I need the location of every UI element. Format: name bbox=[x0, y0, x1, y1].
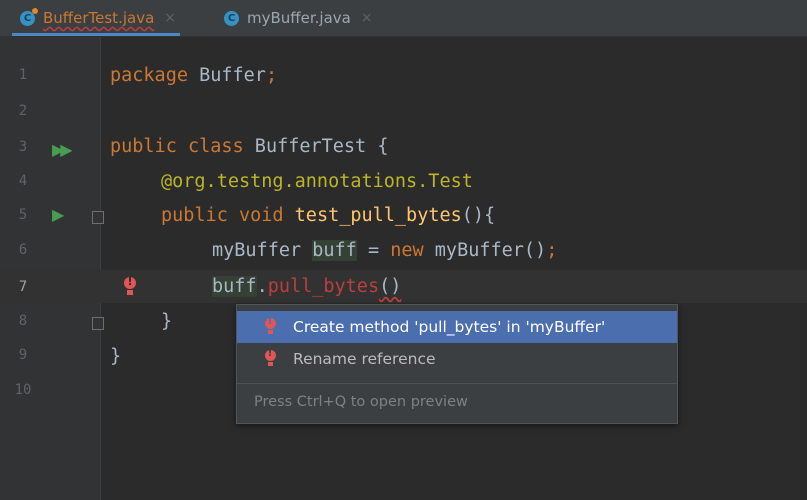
keyword: class bbox=[187, 136, 244, 157]
type-name: myBuffer bbox=[212, 240, 313, 261]
operator: = bbox=[356, 240, 391, 261]
line-number: 1 bbox=[18, 67, 28, 83]
keyword: void bbox=[238, 205, 284, 226]
semicolon: ; bbox=[265, 65, 278, 86]
code-line: } bbox=[161, 305, 172, 338]
run-method-icon[interactable]: ▶ bbox=[52, 205, 64, 224]
line-number: 7 bbox=[18, 279, 28, 295]
code-editor[interactable]: 1 2 3 4 5 6 7 8 9 10 ▶▶ ▶ package Buffer… bbox=[0, 37, 807, 500]
tab-label: myBuffer.java bbox=[247, 9, 351, 27]
method-name: test_pull_bytes bbox=[294, 205, 462, 226]
code-line: @org.testng.annotations.Test bbox=[161, 165, 473, 198]
java-class-error-icon: C bbox=[20, 7, 38, 26]
intention-label: Rename reference bbox=[293, 350, 436, 368]
line-number: 9 bbox=[18, 347, 28, 363]
code-line: buff.pull_bytes() bbox=[212, 270, 401, 303]
run-class-icon[interactable]: ▶▶ bbox=[52, 140, 73, 159]
identifier: Buffer bbox=[187, 65, 266, 86]
code-line: myBuffer buff = new myBuffer(); bbox=[212, 234, 557, 267]
variable: buff bbox=[212, 276, 257, 297]
parens: () bbox=[379, 276, 402, 297]
error-bulb-icon bbox=[263, 316, 277, 336]
class-name: BufferTest { bbox=[243, 136, 389, 157]
code-line: public void test_pull_bytes(){ bbox=[161, 199, 495, 232]
brace: } bbox=[161, 311, 173, 332]
constructor-call: myBuffer() bbox=[423, 240, 547, 261]
preview-hint: Press Ctrl+Q to open preview bbox=[254, 394, 468, 410]
intention-actions-popup: Create method 'pull_bytes' in 'myBuffer'… bbox=[236, 304, 678, 424]
editor-tab-bar: C BufferTest.java × C myBuffer.java × bbox=[0, 0, 807, 37]
line-number: 2 bbox=[18, 103, 28, 119]
tab-label: BufferTest.java bbox=[43, 9, 155, 27]
line-number: 10 bbox=[14, 382, 32, 398]
line-number: 4 bbox=[18, 173, 28, 189]
line-number: 8 bbox=[18, 313, 28, 329]
annotation: @org.testng.annotations.Test bbox=[161, 171, 473, 192]
punctuation: (){ bbox=[461, 205, 496, 226]
error-bulb-icon bbox=[263, 348, 277, 368]
intention-create-method[interactable]: Create method 'pull_bytes' in 'myBuffer' bbox=[237, 311, 677, 343]
fold-icon[interactable] bbox=[92, 317, 104, 330]
dot: . bbox=[256, 276, 268, 297]
java-class-icon: C bbox=[224, 10, 239, 26]
line-number: 3 bbox=[18, 139, 28, 155]
variable: buff bbox=[312, 240, 357, 261]
line-number: 6 bbox=[18, 242, 28, 258]
fold-icon[interactable] bbox=[92, 211, 104, 224]
intention-label: Create method 'pull_bytes' in 'myBuffer' bbox=[293, 318, 606, 336]
divider bbox=[237, 383, 677, 384]
keyword: new bbox=[390, 240, 424, 261]
semicolon: ; bbox=[546, 240, 558, 261]
code-line: package Buffer; bbox=[110, 59, 277, 92]
unresolved-method: pull_bytes bbox=[267, 276, 380, 297]
code-line: } bbox=[110, 340, 121, 373]
intention-rename-reference[interactable]: Rename reference bbox=[237, 343, 677, 375]
close-icon[interactable]: × bbox=[361, 10, 373, 26]
keyword: public bbox=[161, 205, 228, 226]
line-number: 5 bbox=[18, 207, 28, 223]
code-line: public class BufferTest { bbox=[110, 130, 388, 163]
keyword: package bbox=[110, 65, 188, 86]
close-icon[interactable]: × bbox=[164, 10, 176, 26]
tab-mybuffer-java[interactable]: C myBuffer.java × bbox=[224, 0, 373, 36]
brace: } bbox=[110, 346, 122, 367]
keyword: public bbox=[110, 136, 177, 157]
tab-buffertest-java[interactable]: C BufferTest.java × bbox=[12, 0, 180, 36]
error-bulb-icon[interactable] bbox=[122, 275, 138, 297]
